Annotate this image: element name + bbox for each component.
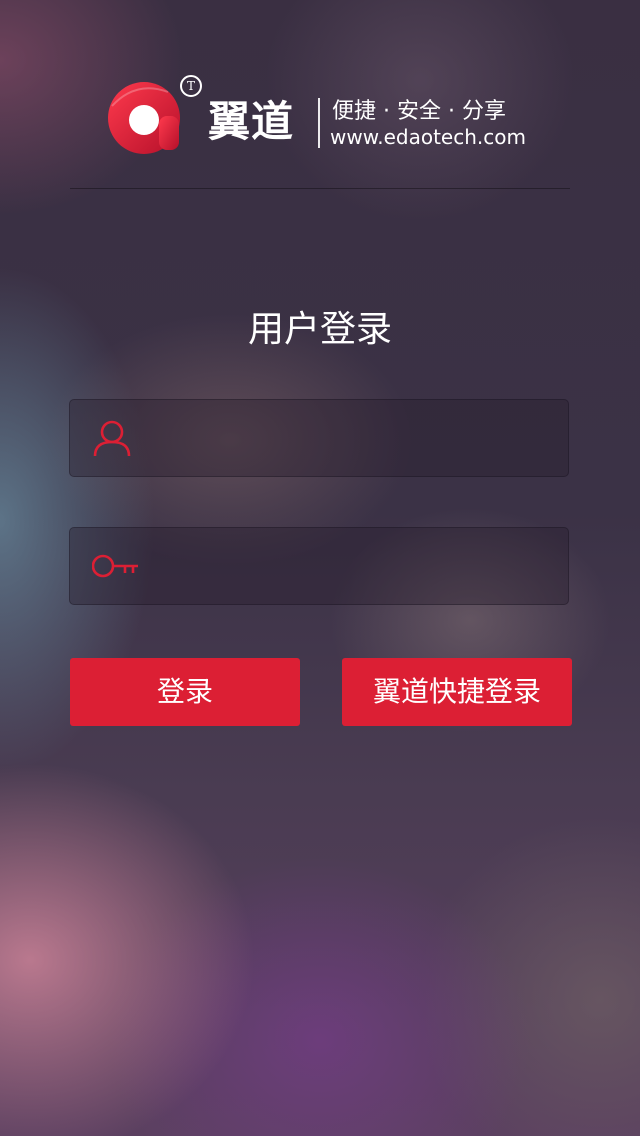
username-input[interactable]	[160, 400, 554, 478]
brand-name: 翼道	[208, 97, 295, 146]
brand-divider	[318, 98, 320, 148]
username-field[interactable]	[69, 399, 569, 478]
header: T 翼道 便捷 · 安全 · 分享 www.edaotech.com	[0, 0, 640, 190]
trademark-symbol: T	[180, 75, 202, 97]
key-icon	[92, 554, 138, 578]
user-icon	[93, 420, 131, 457]
quick-login-button[interactable]: 翼道快捷登录	[342, 658, 572, 726]
edao-logo-icon	[108, 82, 180, 154]
brand-slogan: 便捷 · 安全 · 分享	[332, 99, 506, 124]
page-title: 用户登录	[247, 309, 392, 350]
login-button[interactable]: 登录	[70, 658, 300, 726]
password-field[interactable]	[69, 527, 569, 606]
brand-website: www.edaotech.com	[330, 125, 526, 149]
header-divider-line	[70, 188, 570, 189]
password-input[interactable]	[160, 528, 554, 606]
